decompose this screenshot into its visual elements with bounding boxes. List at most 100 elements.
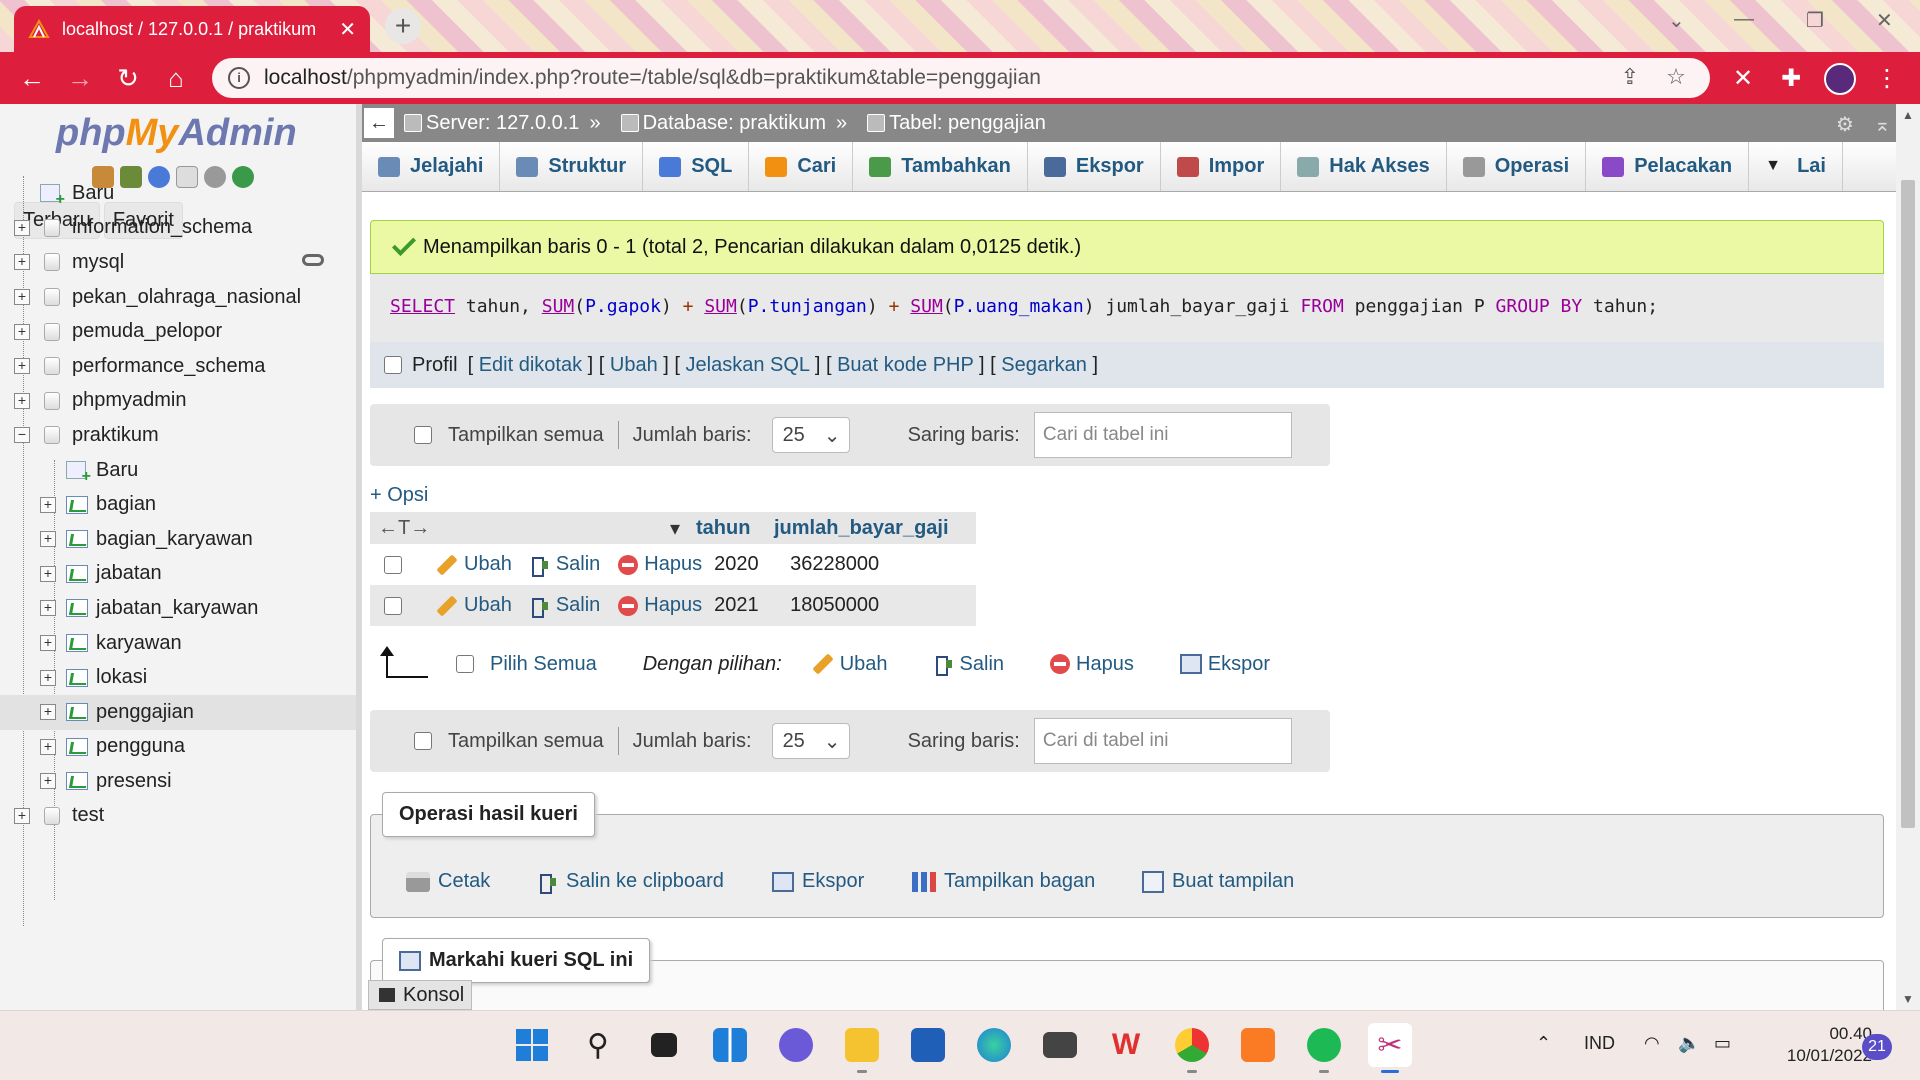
collapse-nav-icon[interactable]: ← [364, 108, 394, 138]
tree-item-bagian[interactable]: + bagian [0, 487, 356, 522]
sort-dropdown-icon[interactable]: ▾ [430, 516, 690, 541]
explain-sql-link[interactable]: Jelaskan SQL [686, 354, 810, 376]
row-edit-link[interactable]: Ubah [436, 553, 512, 576]
edit-inline-link[interactable]: Edit dikotak [479, 354, 582, 376]
restore-icon[interactable]: ❐ [1806, 8, 1824, 33]
column-header-tahun[interactable]: tahun [690, 517, 766, 540]
menu-tab-lai[interactable]: ▼ Lai [1749, 142, 1843, 191]
bulk-export-button[interactable]: Ekspor [1179, 653, 1270, 676]
expand-icon[interactable]: + [14, 807, 30, 824]
expand-icon[interactable]: + [14, 323, 30, 340]
select-all-label[interactable]: Pilih Semua [490, 653, 597, 676]
breadcrumb-server[interactable]: Server: 127.0.0.1 [404, 112, 579, 135]
scroll-up-icon[interactable]: ▲ [1902, 108, 1914, 122]
expand-icon[interactable]: + [14, 392, 30, 409]
export-link[interactable]: Ekspor [772, 870, 864, 893]
row-copy-link[interactable]: Salin [530, 553, 600, 577]
language-indicator[interactable]: IND [1584, 1033, 1615, 1054]
expand-icon[interactable]: + [14, 289, 30, 306]
battery-icon[interactable]: ▭ [1714, 1033, 1731, 1054]
expand-icon[interactable]: + [40, 600, 56, 617]
menu-tab-struktur[interactable]: Struktur [500, 142, 644, 191]
expand-icon[interactable]: + [40, 669, 56, 686]
spotify-button[interactable] [1302, 1023, 1346, 1073]
profile-checkbox[interactable] [384, 356, 402, 374]
bulk-copy-button[interactable]: Salin [934, 653, 1004, 676]
show-all-checkbox[interactable] [414, 732, 432, 750]
site-info-icon[interactable]: i [228, 67, 250, 89]
tree-item-karyawan[interactable]: + karyawan [0, 626, 356, 661]
tree-item-test[interactable]: + test [0, 799, 356, 834]
refresh-link[interactable]: Segarkan [1001, 354, 1087, 376]
tray-overflow-icon[interactable]: ⌃ [1536, 1033, 1551, 1054]
close-window-icon[interactable]: ✕ [1876, 8, 1893, 33]
expand-icon[interactable]: + [40, 738, 56, 755]
row-checkbox[interactable] [384, 596, 402, 615]
browser-tab[interactable]: localhost / 127.0.0.1 / praktikum ✕ [14, 6, 370, 52]
expand-icon[interactable]: + [14, 254, 30, 271]
browser-menu-icon[interactable]: ⋮ [1872, 64, 1902, 94]
menu-tab-operasi[interactable]: Operasi [1447, 142, 1587, 191]
file-explorer-button[interactable] [840, 1023, 884, 1073]
tab-close-icon[interactable]: ✕ [339, 17, 356, 42]
profile-avatar[interactable] [1824, 63, 1856, 95]
tree-item-mysql[interactable]: + mysql [0, 245, 356, 280]
edge-button[interactable] [972, 1023, 1016, 1067]
bulk-edit-button[interactable]: Ubah [812, 653, 888, 676]
collapse-icon[interactable]: − [14, 427, 30, 444]
row-checkbox[interactable] [384, 555, 402, 574]
snipping-tool-button[interactable]: ✂ [1368, 1023, 1412, 1073]
camera-button[interactable] [1038, 1023, 1082, 1067]
expand-icon[interactable]: + [40, 531, 56, 548]
column-header-jumlah-bayar-gaji[interactable]: jumlah_bayar_gaji [766, 517, 949, 540]
wps-button[interactable]: W [1104, 1023, 1148, 1067]
settings-gear-icon[interactable]: ⚙ [1836, 112, 1858, 136]
tree-item-baru[interactable]: Baru [0, 453, 356, 488]
tree-item-phpmyadmin[interactable]: + phpmyadmin [0, 384, 356, 419]
tree-item-pemuda-pelopor[interactable]: + pemuda_pelopor [0, 314, 356, 349]
tree-item-bagian-karyawan[interactable]: + bagian_karyawan [0, 522, 356, 557]
menu-tab-sql[interactable]: SQL [643, 142, 750, 191]
expand-icon[interactable]: + [40, 565, 56, 582]
tree-item-lokasi[interactable]: + lokasi [0, 660, 356, 695]
row-count-select[interactable]: 25 ⌄ [771, 417, 850, 453]
select-all-checkbox[interactable] [456, 655, 474, 673]
expand-icon[interactable]: + [40, 496, 56, 513]
tree-item-pengguna[interactable]: + pengguna [0, 730, 356, 765]
row-count-select[interactable]: 25 ⌄ [771, 723, 850, 759]
minimize-icon[interactable]: — [1734, 8, 1754, 31]
menu-tab-hak-akses[interactable]: Hak Akses [1281, 142, 1447, 191]
row-delete-link[interactable]: Hapus [618, 553, 702, 576]
store-button[interactable] [906, 1023, 950, 1067]
menu-tab-impor[interactable]: Impor [1161, 142, 1282, 191]
search-taskbar-button[interactable]: ⚲ [576, 1023, 620, 1067]
back-icon[interactable]: ← [16, 62, 48, 94]
page-scrollbar[interactable]: ▲ ▼ [1896, 104, 1920, 1010]
create-view-link[interactable]: Buat tampilan [1142, 870, 1294, 893]
breadcrumb-table[interactable]: Tabel: penggajian [867, 112, 1046, 135]
taskbar-clock[interactable]: 00.40 10/01/2022 [1760, 1023, 1872, 1067]
extensions-puzzle-icon[interactable]: ✚ [1776, 64, 1806, 94]
menu-tab-ekspor[interactable]: Ekspor [1028, 142, 1161, 191]
tree-item-presensi[interactable]: + presensi [0, 764, 356, 799]
address-bar[interactable]: i localhost/phpmyadmin/index.php?route=/… [212, 58, 1710, 98]
wifi-icon[interactable]: ◠ [1644, 1033, 1660, 1054]
notification-badge[interactable]: 21 [1862, 1034, 1892, 1060]
print-link[interactable]: Cetak [406, 870, 490, 893]
menu-tab-pelacakan[interactable]: Pelacakan [1586, 142, 1750, 191]
create-php-code-link[interactable]: Buat kode PHP [837, 354, 973, 376]
tree-item-praktikum[interactable]: − praktikum [0, 418, 356, 453]
menu-tab-jelajahi[interactable]: Jelajahi [362, 142, 501, 191]
edit-link[interactable]: Ubah [610, 354, 658, 376]
filter-rows-input[interactable]: Cari di tabel ini [1033, 412, 1292, 458]
row-delete-link[interactable]: Hapus [618, 594, 702, 617]
expand-icon[interactable]: + [40, 773, 56, 790]
menu-tab-cari[interactable]: Cari [749, 142, 854, 191]
tab-search-icon[interactable]: ⌄ [1668, 8, 1685, 33]
collapse-top-icon[interactable]: ⌅ [1874, 112, 1896, 136]
display-chart-link[interactable]: Tampilkan bagan [912, 870, 1095, 893]
filter-rows-input[interactable]: Cari di tabel ini [1033, 718, 1292, 764]
chrome-button[interactable] [1170, 1023, 1214, 1073]
phpmyadmin-logo[interactable]: phpMyAdmin [56, 112, 297, 155]
bulk-delete-button[interactable]: Hapus [1050, 653, 1134, 676]
